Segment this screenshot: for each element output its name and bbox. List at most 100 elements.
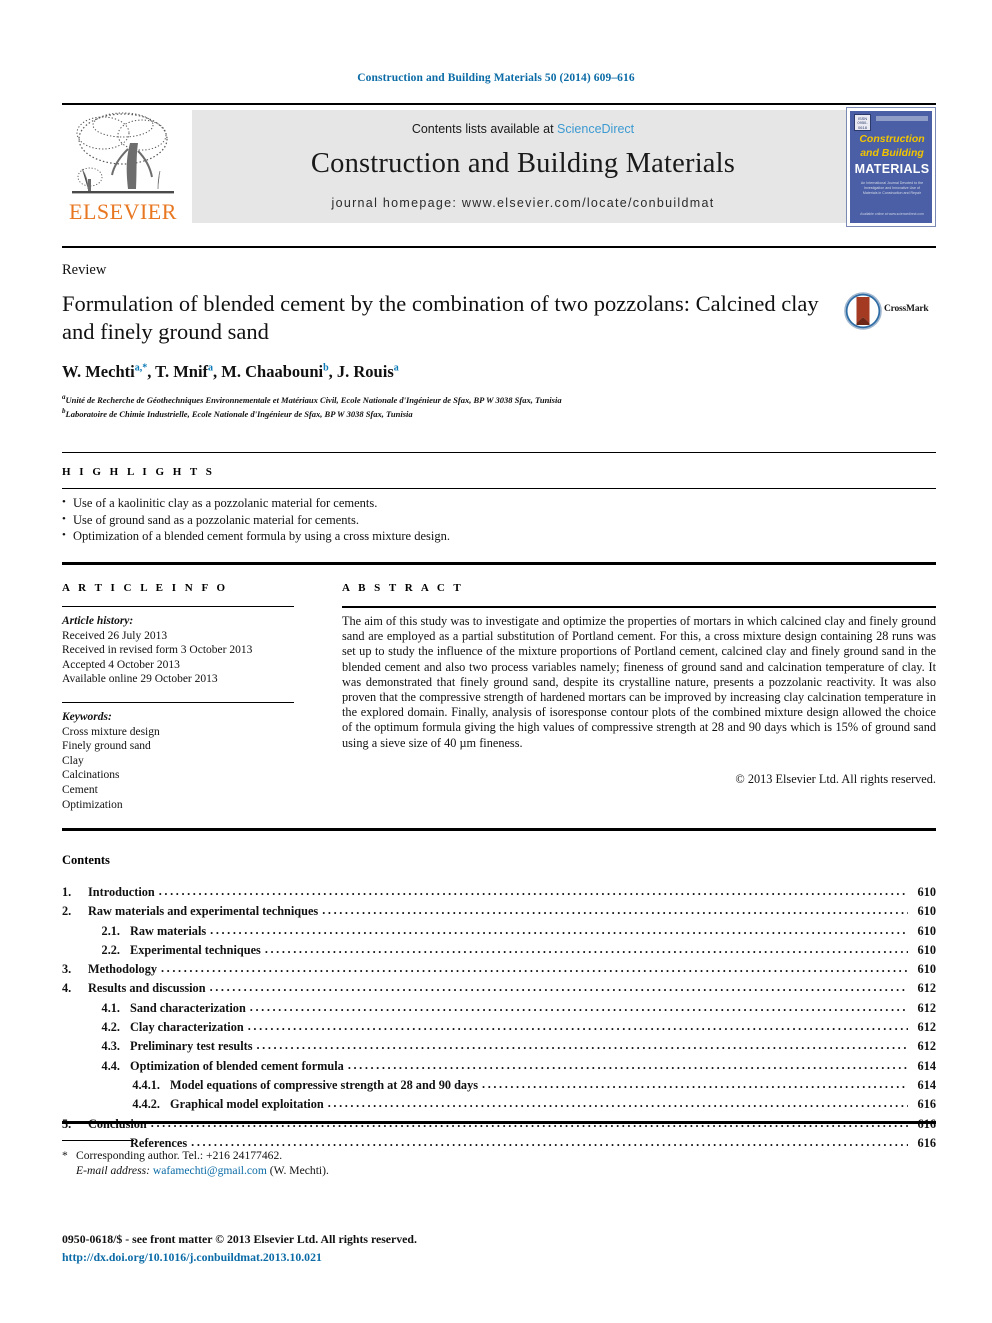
divider-above-contents: [62, 828, 936, 831]
toc-page-number: 610: [917, 942, 936, 957]
highlight-item: Optimization of a blended cement formula…: [62, 527, 936, 545]
highlights-list: Use of a kaolinitic clay as a pozzolanic…: [62, 494, 936, 545]
author-separator: ,: [147, 362, 156, 381]
author-name: T. Mnif: [155, 362, 209, 381]
toc-section-number: 4.: [62, 981, 72, 996]
toc-row[interactable]: 4.4. Optimization of blended cement formu…: [62, 1058, 936, 1078]
cover-title-line-3: MATERIALS: [854, 162, 930, 176]
highlights-heading: H I G H L I G H T S: [62, 466, 215, 478]
toc-section-number: 4.2.: [101, 1020, 120, 1035]
cover-blurb: An International Journal Devoted to the …: [860, 181, 924, 195]
sciencedirect-link[interactable]: ScienceDirect: [557, 122, 634, 136]
keywords-label: Keywords:: [62, 711, 112, 723]
cover-footer-text: Available online at www.sciencedirect.co…: [860, 212, 924, 217]
toc-row[interactable]: 4.2. Clay characterization...............…: [62, 1019, 936, 1039]
toc-section-label: Conclusion: [88, 1116, 147, 1131]
author-separator: ,: [328, 362, 337, 381]
toc-section-number: 4.4.1.: [132, 1077, 160, 1092]
journal-homepage-link[interactable]: journal homepage: www.elsevier.com/locat…: [192, 196, 854, 210]
toc-section-number: 4.4.: [101, 1058, 120, 1073]
toc-row[interactable]: 2.2. Experimental techniques.............…: [62, 941, 936, 962]
toc-row[interactable]: 4.4.2. Graphical model exploitation......…: [62, 1096, 936, 1116]
contents-heading: Contents: [62, 853, 110, 867]
divider-abstract: [342, 606, 936, 608]
email-label: E-mail address:: [76, 1164, 153, 1177]
toc-row[interactable]: 4. Results and discussion................…: [62, 980, 936, 1000]
toc-dot-leader: ........................................…: [256, 1038, 909, 1053]
toc-dot-leader: ........................................…: [249, 999, 908, 1014]
toc-section-label: Experimental techniques: [130, 942, 261, 957]
crossmark-label: CrossMark: [884, 304, 929, 314]
article-info-heading: A R T I C L E I N F O: [62, 582, 229, 594]
abstract-heading: A B S T R A C T: [342, 582, 464, 594]
toc-section-number: 4.4.2.: [132, 1097, 160, 1112]
toc-section-number: 1.: [62, 885, 72, 899]
author-name: W. Mechti: [62, 362, 135, 381]
cover-title-line-1: Construction: [859, 133, 925, 145]
toc-section-label: Introduction: [88, 885, 155, 899]
divider-above-article-head: [62, 246, 936, 248]
author-name: J. Rouis: [336, 362, 394, 381]
keyword-item: Cement: [62, 783, 98, 796]
toc-section-number: 4.3.: [101, 1039, 120, 1054]
article-type-label: Review: [62, 262, 107, 278]
journal-cover-art: ISSN 0950-0618 Construction and Building…: [850, 111, 932, 223]
article-history-item: Available online 29 October 2013: [62, 673, 218, 686]
toc-row[interactable]: 2.1. Raw materials.......................…: [62, 923, 936, 943]
toc-row[interactable]: 2. Raw materials and experimental techniq…: [62, 903, 936, 923]
toc-page-number: 612: [917, 1000, 936, 1015]
article-history-label: Article history:: [62, 615, 134, 627]
toc-section-number: 2.2.: [101, 942, 120, 957]
toc-page-number: 610: [917, 885, 936, 899]
keyword-item: Finely ground sand: [62, 740, 151, 753]
toc-row[interactable]: 4.4.1. Model equations of compressive str…: [62, 1076, 936, 1097]
author-list: W. Mechtia,*, T. Mnifa, M. Chaabounib, J…: [62, 362, 399, 382]
email-line: E-mail address: wafamechti@gmail.com (W.…: [62, 1163, 582, 1178]
highlight-item: Use of ground sand as a pozzolanic mater…: [62, 511, 936, 529]
toc-section-label: Graphical model exploitation: [170, 1097, 324, 1112]
abstract-copyright: © 2013 Elsevier Ltd. All rights reserved…: [735, 772, 936, 786]
affiliation-text: Laboratoire de Chimie Industrielle, Ecol…: [65, 409, 413, 420]
toc-page-number: 612: [917, 981, 936, 996]
toc-section-number: 4.1.: [101, 1000, 120, 1015]
elsevier-logo: ELSEVIER: [62, 109, 184, 225]
toc-dot-leader: ........................................…: [264, 941, 908, 956]
toc-row[interactable]: 3. Methodology...........................…: [62, 961, 936, 981]
toc-row[interactable]: 5.Conclusion............................…: [62, 1116, 936, 1136]
affiliation-item: bLaboratoire de Chimie Industrielle, Eco…: [62, 406, 862, 420]
email-link[interactable]: wafamechti@gmail.com: [153, 1164, 267, 1177]
journal-band: Contents lists available at ScienceDirec…: [192, 110, 854, 223]
running-head: Construction and Building Materials 50 (…: [357, 72, 635, 84]
crossmark-badge[interactable]: CrossMark: [844, 292, 940, 332]
divider-keywords: [62, 702, 294, 703]
journal-cover-thumbnail[interactable]: ISSN 0950-0618 Construction and Building…: [846, 107, 936, 227]
affiliation-list: aUnité de Recherche de Géothechniques En…: [62, 392, 862, 421]
toc-row[interactable]: 1. Introduction..........................…: [62, 884, 936, 904]
article-history: Article history: Received 26 July 2013 Rec…: [62, 614, 302, 687]
toc-section-label: Optimization of blended cement formula: [130, 1058, 344, 1073]
elsevier-tree-icon: [72, 112, 174, 194]
toc-section-label: Results and discussion: [88, 981, 206, 996]
divider-article-info: [62, 606, 294, 607]
toc-page-number: 612: [917, 1020, 936, 1035]
toc-section-label: Clay characterization: [130, 1020, 244, 1035]
toc-section-number: 5.: [62, 1116, 72, 1131]
contents-available-prefix: Contents lists available at: [411, 122, 558, 136]
toc-section-label: Preliminary test results: [130, 1039, 253, 1054]
author-affiliation-mark: a,*: [134, 362, 148, 374]
toc-page-number: 612: [917, 1039, 936, 1054]
email-suffix: (W. Mechti).: [266, 1164, 329, 1177]
doi-link[interactable]: http://dx.doi.org/10.1016/j.conbuildmat.…: [62, 1250, 322, 1265]
toc-dot-leader: ........................................…: [482, 1076, 908, 1091]
toc-row[interactable]: 4.3. Preliminary test results............…: [62, 1038, 936, 1058]
toc-page-number: 614: [917, 1077, 936, 1092]
divider-below-highlights-heading: [62, 488, 936, 489]
journal-article-first-page: Construction and Building Materials 50 (…: [0, 0, 992, 1323]
toc-dot-leader: ........................................…: [158, 884, 908, 898]
author-affiliation-mark: a: [393, 362, 399, 374]
keyword-item: Calcinations: [62, 769, 120, 782]
toc-row[interactable]: 4.1. Sand characterization...............…: [62, 999, 936, 1020]
toc-section-label: Raw materials and experimental technique…: [88, 904, 319, 919]
issn-copyright-line: 0950-0618/$ - see front matter © 2013 El…: [62, 1232, 417, 1246]
toc-section-label: Sand characterization: [130, 1000, 246, 1015]
